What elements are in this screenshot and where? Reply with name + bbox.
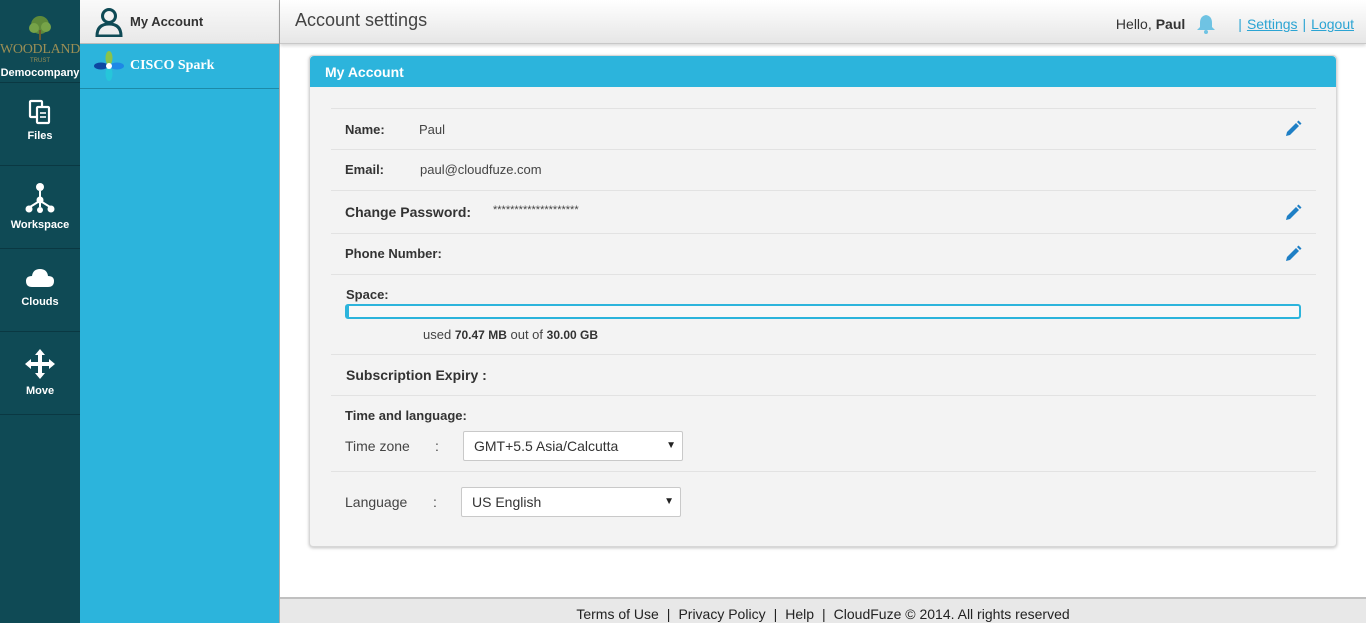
footer-separator: |	[667, 606, 671, 622]
dropdown-arrow-icon: ▼	[664, 496, 674, 507]
sidebar-item-my-account[interactable]: My Account	[80, 0, 279, 44]
email-label: Email:	[345, 162, 384, 177]
tree-logo-icon	[25, 14, 55, 42]
help-link[interactable]: Help	[785, 606, 814, 622]
cisco-spark-icon	[94, 51, 124, 81]
name-row: Name: Paul	[331, 108, 1316, 149]
sidebar-item-cisco-spark[interactable]: CISCO Spark	[80, 44, 279, 89]
cloud-icon	[24, 265, 56, 291]
subscription-expiry-row: Subscription Expiry :	[331, 354, 1316, 395]
terms-link[interactable]: Terms of Use	[576, 606, 658, 622]
rail-item-workspace[interactable]: Workspace	[0, 166, 80, 249]
rail-item-move[interactable]: Move	[0, 332, 80, 415]
name-label: Name:	[345, 122, 385, 137]
password-mask: ********************	[493, 204, 579, 216]
storage-used-prefix: used	[423, 327, 451, 342]
storage-usage-text: used 70.47 MB out of 30.00 GB	[423, 327, 598, 342]
icon-rail: WOODLAND TRUST Democompany Files Workspa…	[0, 0, 80, 623]
language-label: Language	[345, 494, 407, 510]
rail-label-clouds: Clouds	[0, 296, 80, 308]
company-logo[interactable]: WOODLAND TRUST Democompany	[0, 0, 80, 83]
rail-label-files: Files	[0, 130, 80, 142]
timezone-selected-value: GMT+5.5 Asia/Calcutta	[474, 438, 618, 454]
logo-subtext: TRUST	[0, 57, 80, 65]
move-arrows-icon	[24, 348, 56, 380]
space-label: Space:	[346, 287, 389, 302]
storage-used-mid: out of	[510, 327, 543, 342]
rail-item-files[interactable]: Files	[0, 83, 80, 166]
my-account-panel: My Account Name: Paul Email: paul@cloudf…	[309, 55, 1337, 547]
footer-separator: |	[822, 606, 826, 622]
logo-text: WOODLAND	[0, 43, 80, 57]
user-name: Paul	[1156, 16, 1186, 32]
subscription-expiry-label: Subscription Expiry :	[346, 367, 487, 383]
copyright-text: CloudFuze © 2014. All rights reserved	[834, 606, 1070, 622]
workspace-icon	[24, 182, 56, 214]
user-menu: Hello, Paul | Settings | Logout	[1116, 14, 1354, 34]
change-password-row: Change Password: ********************	[331, 190, 1316, 233]
email-value: paul@cloudfuze.com	[420, 162, 542, 177]
header-separator: |	[1238, 16, 1242, 32]
password-label: Change Password:	[345, 204, 471, 220]
name-value: Paul	[419, 122, 445, 137]
settings-link[interactable]: Settings	[1247, 16, 1298, 32]
phone-row: Phone Number:	[331, 233, 1316, 274]
storage-total-value: 30.00 GB	[547, 328, 598, 342]
storage-used-value: 70.47 MB	[455, 328, 507, 342]
secondary-sidebar: My Account CISCO Spark	[80, 0, 280, 623]
language-row: Language : US English ▼	[331, 471, 1316, 533]
footer: Terms of Use | Privacy Policy | Help | CloudFu…	[280, 597, 1366, 623]
phone-label: Phone Number:	[345, 246, 442, 261]
user-icon	[94, 7, 124, 37]
top-header: Account settings Hello, Paul | Settings …	[280, 0, 1366, 44]
footer-separator: |	[774, 606, 778, 622]
space-row: Space: used 70.47 MB out of 30.00 GB	[331, 274, 1316, 354]
storage-progress-fill	[347, 306, 349, 317]
company-name: Democompany	[0, 67, 80, 79]
language-selected-value: US English	[472, 494, 541, 510]
panel-title: My Account	[310, 56, 1336, 87]
rail-item-clouds[interactable]: Clouds	[0, 249, 80, 332]
files-icon	[27, 99, 53, 125]
notification-bell-icon[interactable]	[1195, 14, 1217, 34]
rail-label-move: Move	[0, 385, 80, 397]
greeting-text: Hello,	[1116, 16, 1152, 32]
time-language-row: Time and language: Time zone : GMT+5.5 A…	[331, 395, 1316, 472]
logout-link[interactable]: Logout	[1311, 16, 1354, 32]
storage-progress-bar	[345, 304, 1301, 319]
page-title: Account settings	[295, 10, 427, 31]
edit-name-pencil-icon[interactable]	[1284, 120, 1302, 138]
timezone-select[interactable]: GMT+5.5 Asia/Calcutta ▼	[463, 431, 683, 461]
header-separator: |	[1303, 16, 1307, 32]
language-colon: :	[433, 494, 437, 510]
sidebar-label-cisco-spark: CISCO Spark	[130, 58, 214, 74]
edit-phone-pencil-icon[interactable]	[1284, 245, 1302, 263]
sidebar-label-my-account: My Account	[130, 14, 203, 29]
dropdown-arrow-icon: ▼	[666, 440, 676, 451]
timezone-label: Time zone	[345, 438, 410, 454]
edit-password-pencil-icon[interactable]	[1284, 204, 1302, 222]
timezone-colon: :	[435, 438, 439, 454]
time-language-label: Time and language:	[345, 408, 467, 423]
privacy-link[interactable]: Privacy Policy	[678, 606, 765, 622]
language-select[interactable]: US English ▼	[461, 487, 681, 517]
rail-label-workspace: Workspace	[0, 219, 80, 231]
email-row: Email: paul@cloudfuze.com	[331, 149, 1316, 190]
